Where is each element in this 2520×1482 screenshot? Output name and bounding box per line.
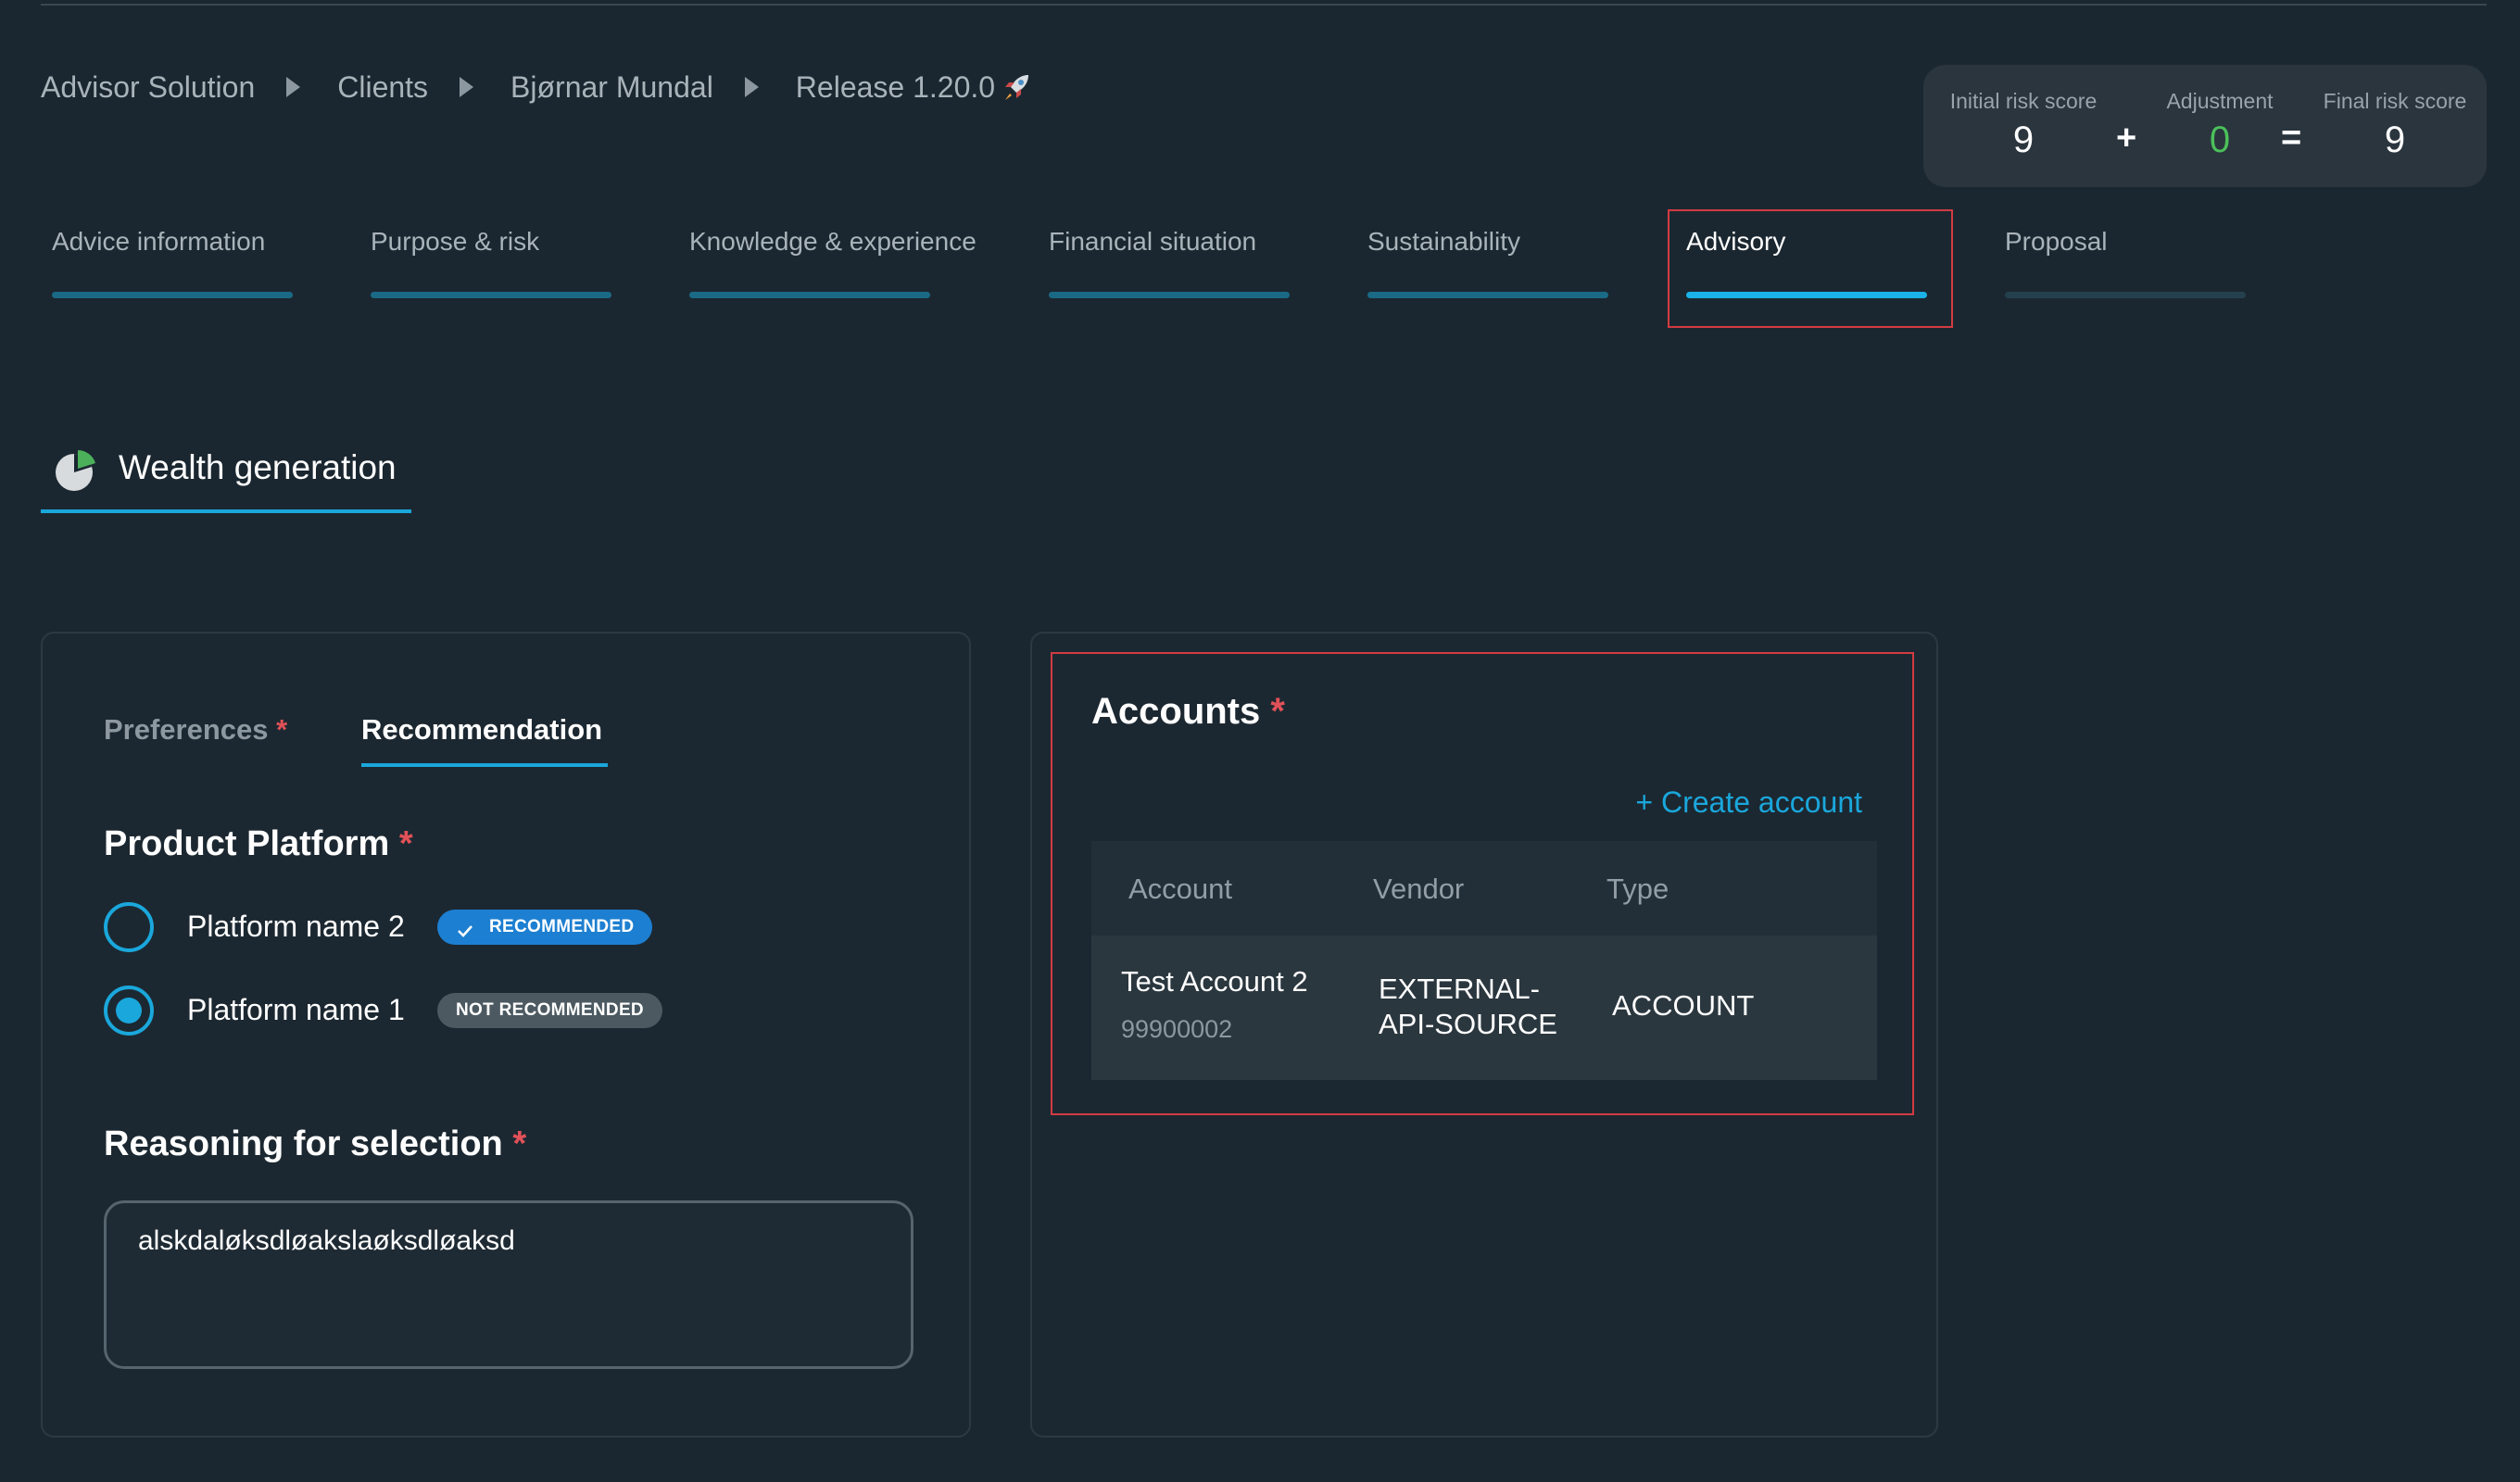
breadcrumb-clients[interactable]: Clients: [337, 70, 428, 105]
accounts-title: Accounts: [1091, 691, 1261, 732]
top-divider: [41, 4, 2487, 6]
platform-1-radio[interactable]: [104, 986, 154, 1036]
breadcrumb: Advisor Solution Clients Bjørnar Mundal …: [41, 69, 1032, 106]
vendor-line-1: EXTERNAL-: [1379, 973, 1540, 1005]
breadcrumb-advisor-solution[interactable]: Advisor Solution: [41, 70, 255, 105]
reasoning-title: Reasoning for selection: [104, 1124, 503, 1163]
account-type: ACCOUNT: [1612, 989, 1755, 1022]
tab-sustainability[interactable]: Sustainability: [1367, 227, 1608, 298]
accounts-heading: Accounts *: [1091, 691, 1285, 733]
tab-progress-bar: [371, 292, 611, 298]
final-risk-label: Final risk score: [2323, 89, 2467, 113]
tab-label: Sustainability: [1367, 227, 1520, 256]
not-recommended-badge: NOT RECOMMENDED: [437, 993, 662, 1028]
tab-progress-bar: [1049, 292, 1290, 298]
tab-label: Advice information: [52, 227, 266, 256]
column-header-type: Type: [1606, 873, 1670, 905]
required-marker: *: [276, 713, 288, 746]
final-risk-score: Final risk score 9: [2312, 89, 2477, 161]
plus-operator: +: [2116, 119, 2137, 157]
tab-progress-bar: [1367, 292, 1608, 298]
create-account-link[interactable]: + Create account: [1635, 785, 1862, 820]
recommendation-card: Preferences * Recommendation Product Pla…: [41, 632, 971, 1438]
tab-purpose-risk[interactable]: Purpose & risk: [371, 227, 611, 298]
tab-financial-situation[interactable]: Financial situation: [1049, 227, 1290, 298]
tab-label: Knowledge & experience: [689, 227, 976, 256]
equals-operator: =: [2281, 119, 2302, 157]
accounts-table-header: Account Vendor Type: [1091, 841, 1877, 936]
breadcrumb-separator-icon: [286, 77, 301, 97]
recommended-badge-text: RECOMMENDED: [489, 917, 635, 936]
adjustment-value: 0: [2209, 119, 2231, 160]
subtab-active-underline: [361, 763, 608, 767]
final-risk-value: 9: [2384, 119, 2406, 160]
platform-1-label[interactable]: Platform name 1: [187, 993, 405, 1027]
tab-label: Proposal: [2005, 227, 2108, 256]
breadcrumb-separator-icon: [460, 77, 474, 97]
subtab-preferences-label: Preferences: [104, 713, 269, 746]
table-row[interactable]: Test Account 2 99900002 EXTERNAL- API-SO…: [1091, 936, 1877, 1080]
vendor-line-2: API-SOURCE: [1379, 1008, 1557, 1040]
risk-adjustment: Adjustment 0: [2146, 89, 2294, 161]
recommended-badge: RECOMMENDED: [437, 910, 653, 945]
product-platform-title: Product Platform: [104, 824, 390, 863]
platform-2-label[interactable]: Platform name 2: [187, 910, 405, 944]
rocket-icon: [1001, 71, 1032, 103]
required-marker: *: [398, 824, 413, 863]
initial-risk-value: 9: [2012, 119, 2035, 160]
column-header-vendor: Vendor: [1373, 873, 1465, 905]
pie-chart-icon: [54, 448, 98, 493]
tab-progress-bar: [52, 292, 293, 298]
tab-progress-bar: [689, 292, 930, 298]
tab-label: Purpose & risk: [371, 227, 540, 256]
subtab-recommendation[interactable]: Recommendation: [361, 713, 602, 747]
adjustment-label: Adjustment: [2166, 89, 2274, 113]
highlight-box-advisory-tab: [1668, 209, 1953, 328]
account-name: Test Account 2: [1121, 965, 1308, 998]
breadcrumb-client-name[interactable]: Bjørnar Mundal: [510, 70, 713, 105]
product-platform-heading: Product Platform *: [104, 824, 413, 864]
required-marker: *: [1270, 691, 1285, 732]
platform-2-radio[interactable]: [104, 902, 154, 952]
tab-knowledge-experience[interactable]: Knowledge & experience: [689, 227, 976, 298]
breadcrumb-release: Release 1.20.0: [795, 69, 996, 104]
subtab-preferences[interactable]: Preferences *: [104, 713, 287, 747]
initial-risk-label: Initial risk score: [1949, 89, 2098, 113]
section-title: Wealth generation: [119, 448, 397, 486]
tab-label: Financial situation: [1049, 227, 1257, 256]
risk-score-panel: Initial risk score 9 + Adjustment 0 = Fi…: [1923, 65, 2487, 187]
section-tab-wealth-generation[interactable]: Wealth generation: [41, 441, 411, 513]
app-root: Advisor Solution Clients Bjørnar Mundal …: [0, 0, 2520, 1482]
radio-selected-dot: [116, 998, 142, 1024]
tab-proposal[interactable]: Proposal: [2005, 227, 2246, 298]
required-marker: *: [512, 1124, 527, 1163]
tab-advice-information[interactable]: Advice information: [52, 227, 293, 298]
column-header-account: Account: [1128, 873, 1233, 905]
account-number: 99900002: [1121, 1015, 1233, 1043]
reasoning-heading: Reasoning for selection *: [104, 1124, 526, 1164]
initial-risk-score: Initial risk score 9: [1944, 89, 2103, 161]
breadcrumb-separator-icon: [744, 77, 759, 97]
tab-progress-bar: [2005, 292, 2246, 298]
check-icon: [456, 918, 474, 937]
reasoning-textarea[interactable]: alskdaløksdløakslaøksdløaksd: [104, 1200, 914, 1369]
